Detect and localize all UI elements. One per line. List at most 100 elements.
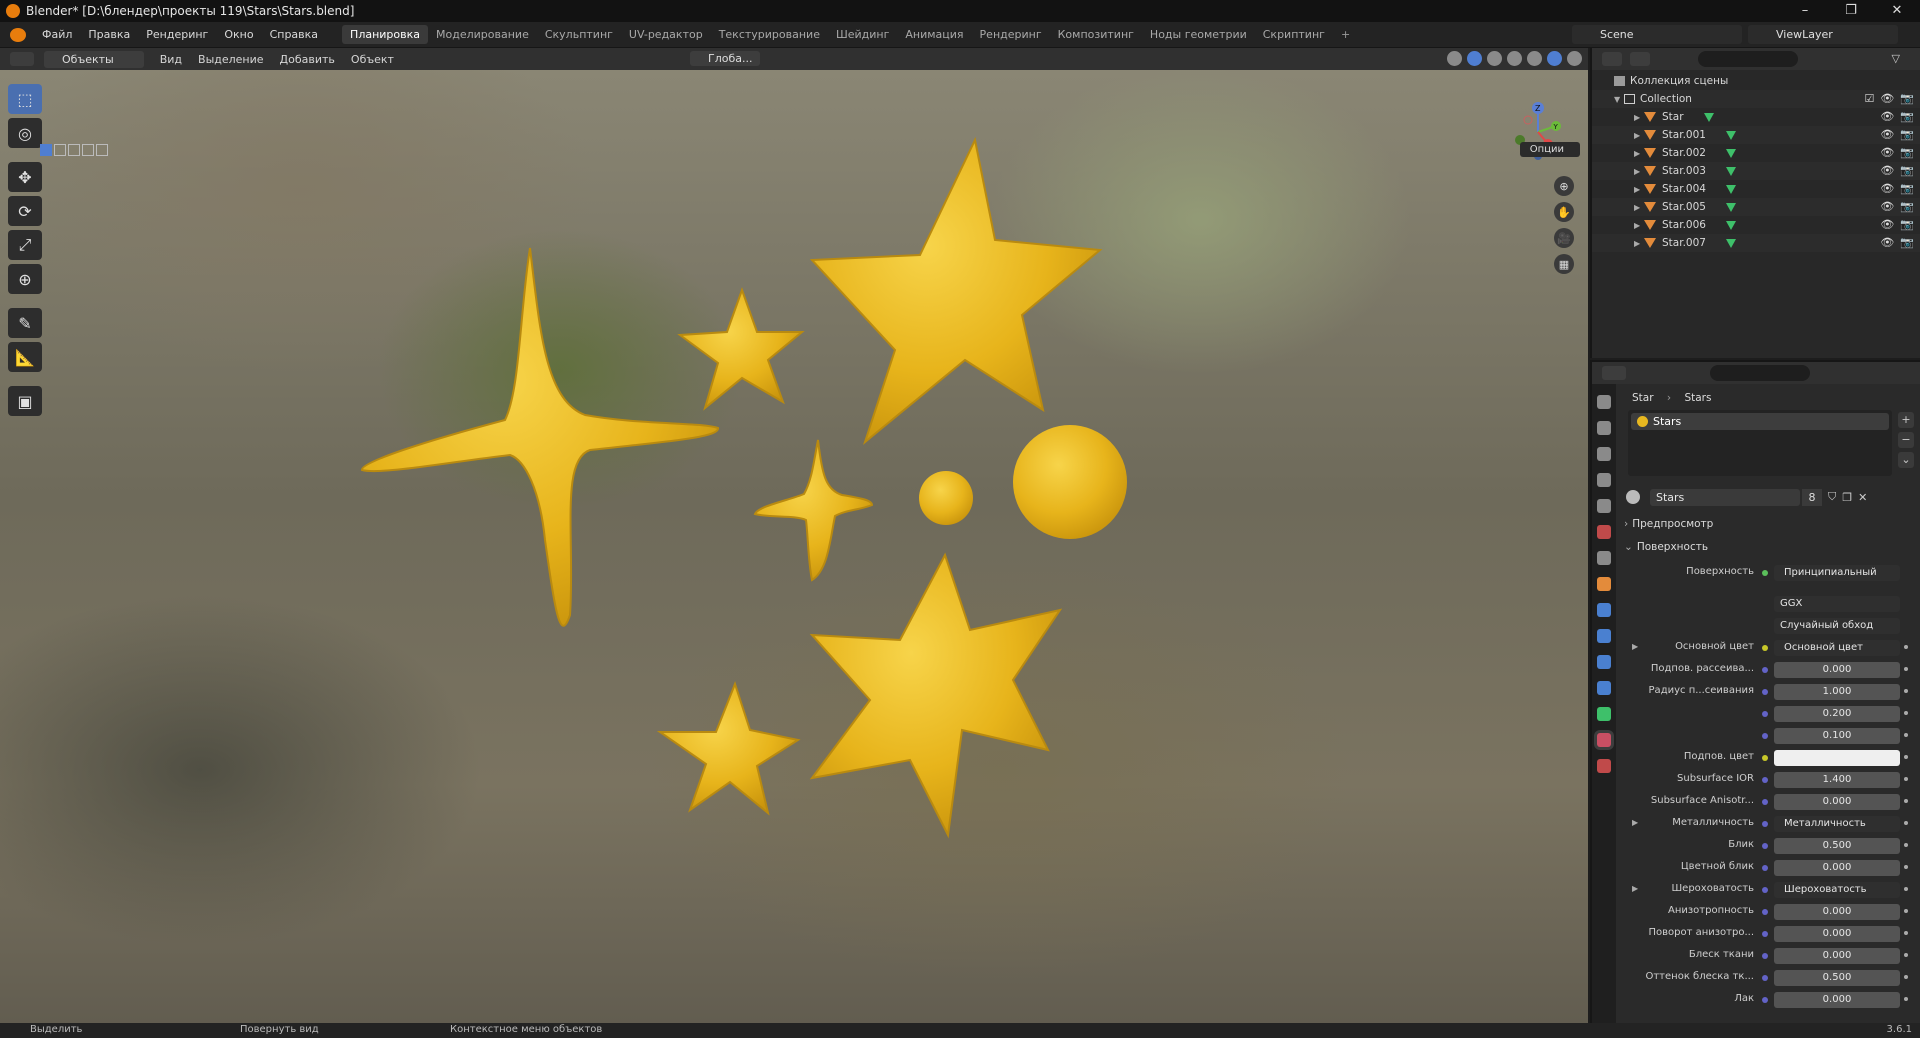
outliner-object-row[interactable]: ▶ Star.003 👁 📷 (1592, 162, 1920, 180)
close-button[interactable]: ✕ (1874, 0, 1920, 22)
properties-editor-icon[interactable] (1602, 366, 1626, 380)
rendered-shading-icon[interactable] (1567, 51, 1582, 66)
expand-icon[interactable]: ▶ (1634, 109, 1644, 127)
tab-geometry-nodes[interactable]: Ноды геометрии (1142, 25, 1255, 44)
keyframe-dot-icon[interactable] (1904, 909, 1908, 913)
options-button[interactable]: Опции (1519, 142, 1580, 157)
grid-icon[interactable]: ▦ (1554, 254, 1574, 274)
render-camera-icon[interactable]: 📷 (1900, 234, 1914, 252)
preview-panel-header[interactable]: › Предпросмотр (1624, 514, 1914, 534)
menu-window[interactable]: Окно (216, 28, 261, 41)
keyframe-dot-icon[interactable] (1904, 689, 1908, 693)
render-camera-icon[interactable]: 📷 (1900, 108, 1914, 126)
material-slot[interactable]: Stars (1631, 413, 1889, 430)
particles-tab-icon[interactable] (1597, 629, 1611, 643)
solid-shading-icon[interactable] (1527, 51, 1542, 66)
shader-input-field[interactable]: 0.000 (1774, 926, 1900, 942)
socket-icon[interactable] (1762, 645, 1768, 651)
mode-selector[interactable]: Объекты (44, 50, 144, 68)
tool-tab-icon[interactable] (1597, 395, 1611, 409)
tab-uv-editing[interactable]: UV-редактор (621, 25, 711, 44)
pan-icon[interactable]: ✋ (1554, 202, 1574, 222)
keyframe-dot-icon[interactable] (1904, 733, 1908, 737)
keyframe-dot-icon[interactable] (1904, 997, 1908, 1001)
visibility-icon[interactable]: 👁 (1880, 180, 1894, 198)
visibility-icon[interactable]: 👁 (1880, 108, 1894, 126)
data-tab-icon[interactable] (1597, 707, 1611, 721)
filter-icon[interactable]: ▽ (1892, 52, 1900, 65)
blender-menu-icon[interactable] (10, 27, 26, 42)
material-browse-icon[interactable] (1626, 490, 1640, 504)
outliner-object-row[interactable]: ▶ Star 👁 📷 (1592, 108, 1920, 126)
tab-animation[interactable]: Анимация (897, 25, 971, 44)
tab-compositing[interactable]: Композитинг (1050, 25, 1142, 44)
keyframe-dot-icon[interactable] (1904, 865, 1908, 869)
camera-icon[interactable]: 🎥 (1554, 228, 1574, 248)
shader-input-field[interactable]: Металличность (1774, 816, 1900, 832)
visibility-icon[interactable]: 👁 (1880, 234, 1894, 252)
transform-orientation[interactable]: Глоба... (690, 51, 761, 66)
maximize-button[interactable]: ❐ (1828, 0, 1874, 22)
select-subtract-icon[interactable] (68, 144, 80, 156)
scene-selector[interactable]: Scene (1572, 25, 1742, 44)
menu-render[interactable]: Рендеринг (138, 28, 216, 41)
shader-input-field[interactable]: 1.400 (1774, 772, 1900, 788)
color-swatch[interactable] (1774, 750, 1900, 766)
tab-texture-paint[interactable]: Текстурирование (711, 25, 828, 44)
add-workspace-button[interactable]: + (1333, 25, 1358, 44)
world-tab-icon[interactable] (1597, 525, 1611, 539)
outliner-object-row[interactable]: ▶ Star.007 👁 📷 (1592, 234, 1920, 252)
tab-rendering[interactable]: Рендеринг (972, 25, 1050, 44)
keyframe-dot-icon[interactable] (1904, 755, 1908, 759)
material-name-field[interactable]: Stars (1650, 488, 1800, 506)
visibility-icon[interactable]: 👁 (1880, 198, 1894, 216)
expand-icon[interactable]: ▶ (1634, 217, 1644, 235)
duplicate-icon[interactable]: ❐ (1842, 491, 1852, 504)
outliner-object-row[interactable]: ▶ Star.004 👁 📷 (1592, 180, 1920, 198)
shader-input-field[interactable]: 0.000 (1774, 904, 1900, 920)
expand-icon[interactable]: ▶ (1634, 163, 1644, 181)
render-camera-icon[interactable]: 📷 (1900, 126, 1914, 144)
socket-icon[interactable] (1762, 931, 1768, 937)
move-tool[interactable]: ✥ (8, 162, 42, 192)
render-camera-icon[interactable]: 📷 (1900, 216, 1914, 234)
socket-icon[interactable] (1762, 909, 1768, 915)
texture-tab-icon[interactable] (1597, 759, 1611, 773)
socket-icon[interactable] (1762, 755, 1768, 761)
keyframe-dot-icon[interactable] (1904, 931, 1908, 935)
output-tab-icon[interactable] (1597, 447, 1611, 461)
tab-sculpting[interactable]: Скульптинг (537, 25, 621, 44)
shader-input-field[interactable]: 0.200 (1774, 706, 1900, 722)
expand-icon[interactable]: ▶ (1634, 199, 1644, 217)
scene-tab-icon[interactable] (1597, 499, 1611, 513)
scale-tool[interactable]: ⤢ (8, 230, 42, 260)
socket-icon[interactable] (1762, 953, 1768, 959)
expand-icon[interactable]: ▶ (1632, 642, 1638, 651)
expand-icon[interactable]: ▶ (1634, 127, 1644, 145)
visibility-icon[interactable]: 👁 (1880, 216, 1894, 234)
socket-icon[interactable] (1762, 711, 1768, 717)
outliner-object-row[interactable]: ▶ Star.002 👁 📷 (1592, 144, 1920, 162)
socket-icon[interactable] (1762, 865, 1768, 871)
remove-slot-button[interactable]: − (1898, 432, 1914, 448)
select-new-icon[interactable] (40, 144, 52, 156)
menu-view[interactable]: Вид (152, 53, 190, 66)
shader-input-field[interactable]: 0.100 (1774, 728, 1900, 744)
expand-icon[interactable]: ▶ (1632, 884, 1638, 893)
collection-tab-icon[interactable] (1597, 551, 1611, 565)
keyframe-dot-icon[interactable] (1904, 777, 1908, 781)
physics-tab-icon[interactable] (1597, 655, 1611, 669)
keyframe-dot-icon[interactable] (1904, 711, 1908, 715)
shader-input-field[interactable]: 0.000 (1774, 860, 1900, 876)
render-camera-icon[interactable]: 📷 (1900, 90, 1914, 108)
material-users-count[interactable]: 8 (1802, 488, 1822, 506)
material-tab-icon[interactable] (1597, 733, 1611, 747)
overlays-icon[interactable] (1447, 51, 1462, 66)
3d-viewport[interactable]: Опции ⬚ ◎ ✥ ⟳ ⤢ ⊕ ✎ 📐 ▣ Z Y ⊕ ✋ 🎥 ▦ (0, 70, 1588, 1023)
socket-icon[interactable] (1762, 667, 1768, 673)
surface-shader-field[interactable]: Принципиальный BSDF (1774, 565, 1900, 581)
collection-row[interactable]: ▼ Collection ☑ 👁 📷 (1592, 90, 1920, 108)
menu-file[interactable]: Файл (34, 28, 80, 41)
unlink-icon[interactable]: ✕ (1858, 491, 1867, 504)
socket-icon[interactable] (1762, 887, 1768, 893)
